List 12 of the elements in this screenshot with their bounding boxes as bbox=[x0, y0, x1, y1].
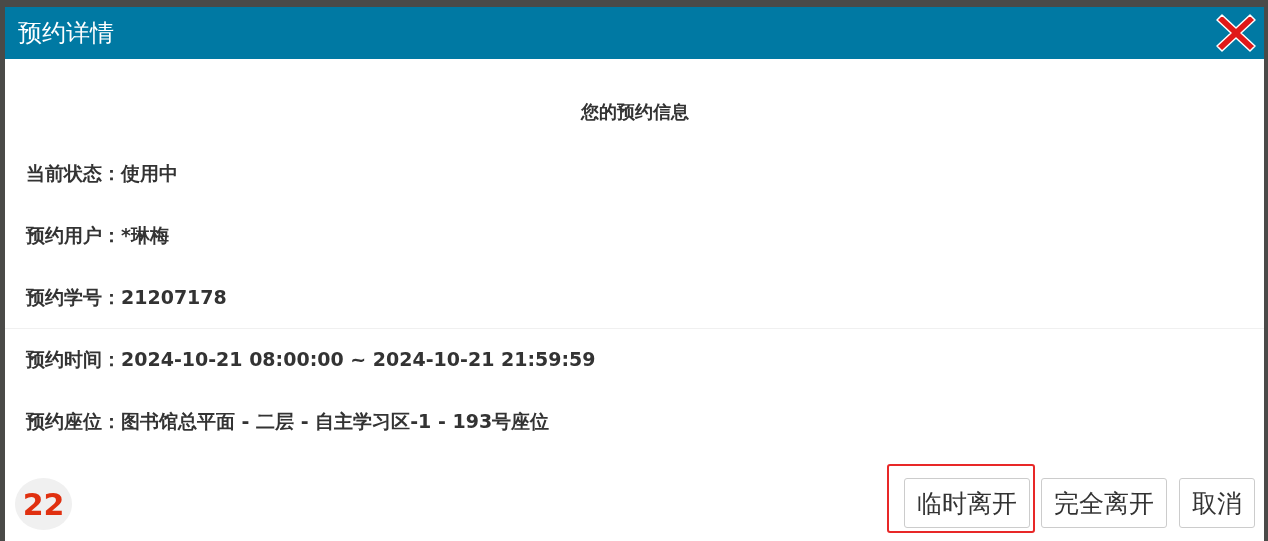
close-icon[interactable] bbox=[1214, 11, 1258, 55]
action-button[interactable]: 取消 bbox=[1179, 478, 1255, 528]
info-heading: 您的预约信息 bbox=[579, 100, 690, 124]
info-field: 预约用户：*琳梅 bbox=[26, 222, 169, 249]
dialog-title: 预约详情 bbox=[18, 18, 114, 49]
action-button[interactable]: 完全离开 bbox=[1041, 478, 1167, 528]
info-field: 预约座位：图书馆总平面 - 二层 - 自主学习区-1 - 193号座位 bbox=[26, 408, 550, 435]
action-button[interactable]: 临时离开 bbox=[904, 478, 1030, 528]
info-field: 预约时间：2024-10-21 08:00:00 ~ 2024-10-21 21:59:59 bbox=[26, 346, 596, 373]
info-field: 预约学号：21207178 bbox=[26, 284, 227, 311]
count-badge: 22 bbox=[15, 478, 72, 530]
info-field: 当前状态：使用中 bbox=[26, 160, 178, 187]
